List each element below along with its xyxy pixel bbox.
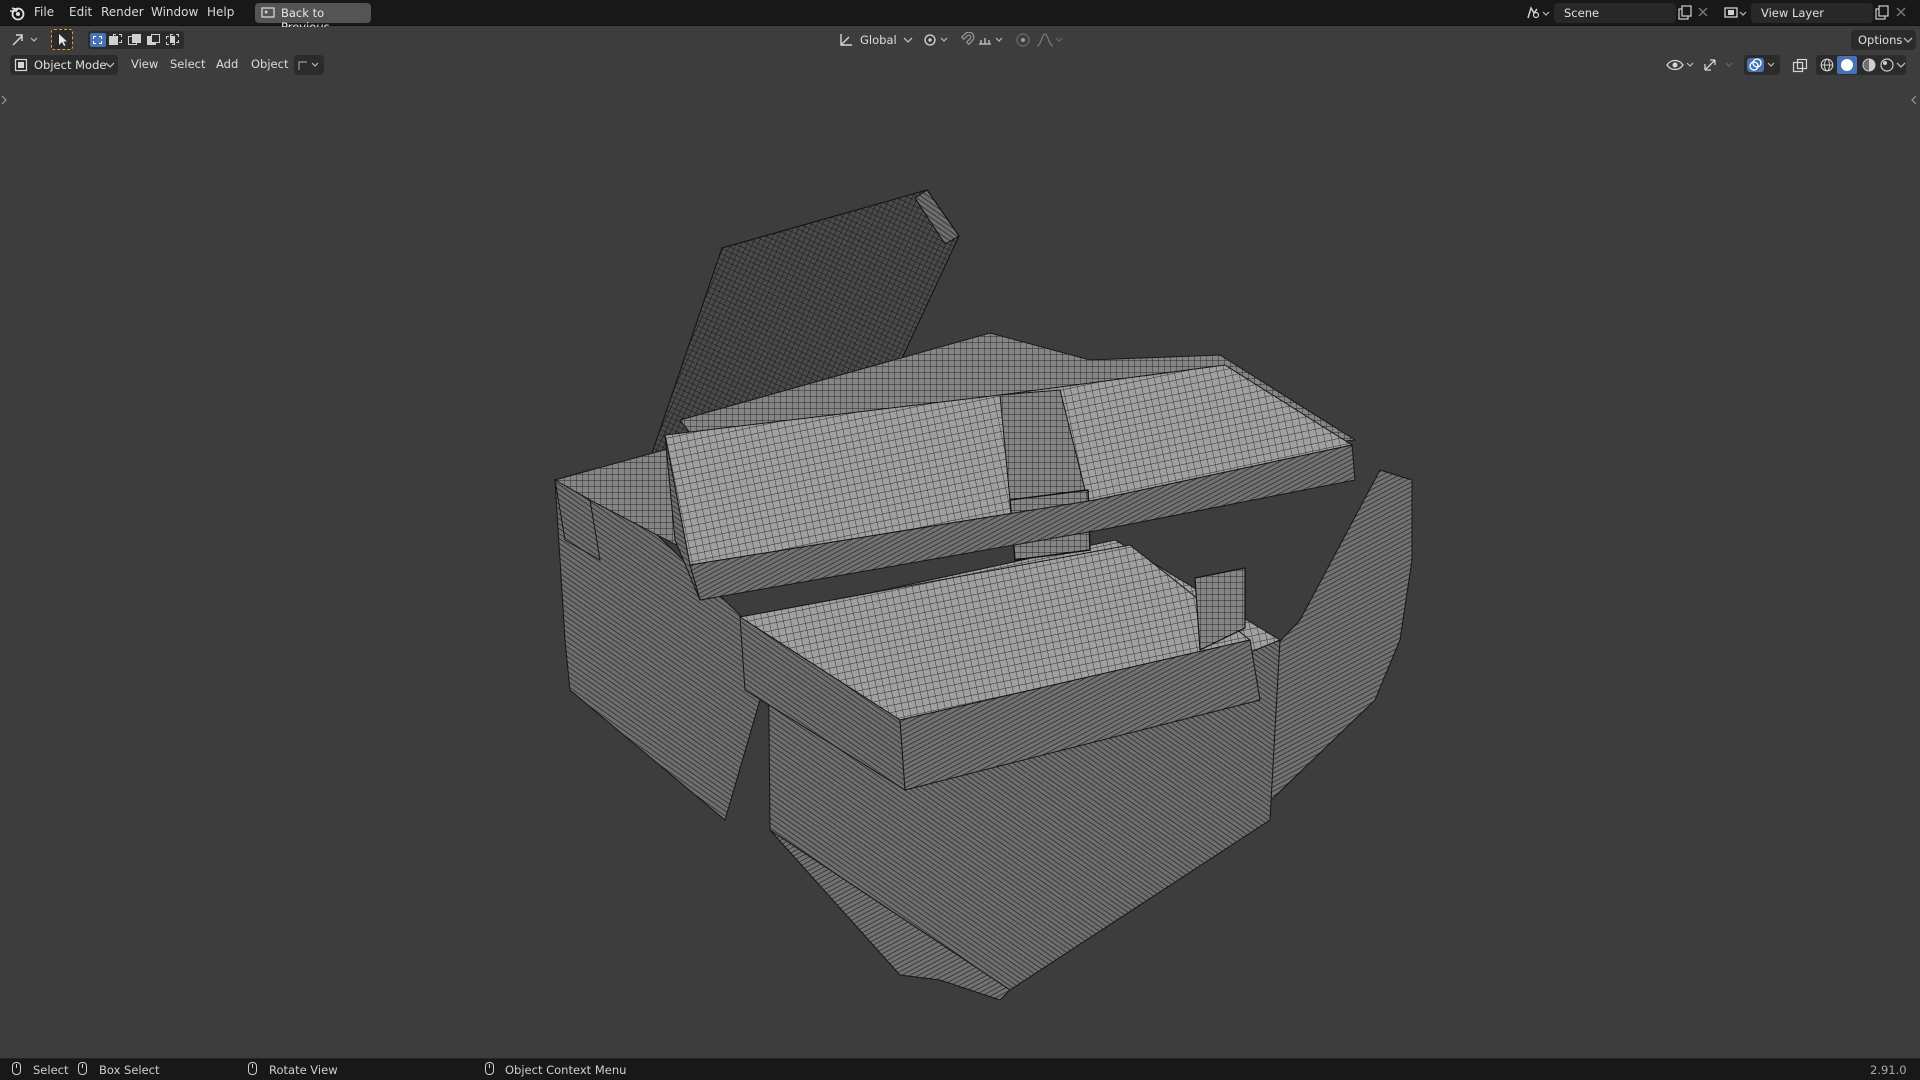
snap-increment-icon[interactable] [977,32,1007,48]
xray-icon[interactable] [1792,58,1808,74]
scene-name-field[interactable]: Scene [1554,3,1676,23]
transform-affect-icon [298,61,319,70]
mouse-right-icon [485,1062,494,1075]
cursor-select-icon [59,34,67,46]
pivot-icon[interactable] [922,32,950,48]
new-scene-icon[interactable] [1677,5,1693,21]
select-intersect-icon[interactable] [166,34,180,46]
chevron-down-icon [105,62,115,68]
top-bar: File Edit Render Window Help Back to Pre… [0,0,1920,34]
tool-header: Global Options [0,27,1920,53]
object-mode-label: Object Mode [34,58,107,72]
options-label: Options [1858,33,1903,47]
new-view-layer-icon[interactable] [1874,5,1890,21]
menu-add[interactable]: Add [216,57,238,71]
view-layer-name: View Layer [1761,6,1825,20]
chevron-down-icon[interactable] [1896,61,1906,69]
transform-affect-dropdown[interactable] [294,55,324,75]
delete-scene-icon[interactable] [1697,6,1709,18]
mouse-left-drag-icon [78,1062,87,1075]
menu-object[interactable]: Object [251,57,288,71]
select-subtract-icon[interactable] [128,34,142,46]
wireframe-shading-icon[interactable] [1820,58,1834,72]
back-to-previous-button[interactable]: Back to Previous [255,3,371,34]
select-extend-icon[interactable] [109,34,123,46]
material-shading-icon[interactable] [1862,58,1876,72]
screen-icon [261,7,275,18]
select-tool-button[interactable] [51,29,73,50]
view-layer-icon[interactable] [1723,4,1749,22]
select-invert-icon[interactable] [147,34,161,46]
eye-icon[interactable] [1666,57,1696,73]
falloff-icon[interactable] [1035,32,1065,48]
chevron-down-icon [1903,37,1913,43]
viewport-header: Object Mode View Select Add Object [0,53,1920,77]
status-select: Select [33,1063,69,1077]
transform-orientation-dropdown[interactable]: Global [860,33,897,47]
status-rotate-view: Rotate View [269,1063,338,1077]
status-context-menu: Object Context Menu [505,1063,627,1077]
object-mode-icon [14,58,28,72]
menu-select[interactable]: Select [170,57,205,71]
menu-edit[interactable]: Edit [69,5,92,19]
menu-file[interactable]: File [34,5,54,19]
proportional-edit-icon[interactable] [1015,32,1031,48]
menu-view[interactable]: View [131,57,158,71]
3d-viewport[interactable] [0,78,1920,1058]
shading-group [1816,55,1906,75]
overlay-toggle[interactable] [1744,55,1780,75]
rendered-shading-icon[interactable] [1880,58,1894,72]
menu-render[interactable]: Render [101,5,144,19]
selection-mode-group [88,31,184,49]
magnet-icon[interactable] [957,32,977,48]
options-dropdown[interactable]: Options [1851,30,1916,50]
transform-orientation-icon [840,34,852,46]
mouse-left-icon [12,1062,21,1075]
status-bar: Select Box Select Rotate View Object Con… [0,1058,1920,1080]
book-stack-mesh[interactable] [0,78,1920,1058]
overlay-icon [1747,58,1775,72]
chevron-down-icon [903,37,913,43]
object-mode-dropdown[interactable]: Object Mode [10,55,118,75]
scene-icon[interactable] [1525,4,1551,22]
solid-shading-button[interactable] [1837,56,1857,74]
editor-type-icon[interactable] [11,32,41,48]
status-box-select: Box Select [99,1063,160,1077]
version-label: 2.91.0 [1870,1063,1907,1077]
mouse-middle-icon [248,1062,257,1075]
gizmo-icon[interactable] [1702,57,1736,73]
menu-window[interactable]: Window [151,5,198,19]
blender-logo-icon[interactable] [9,5,25,21]
delete-view-layer-icon[interactable] [1895,6,1907,18]
menu-help[interactable]: Help [207,5,234,19]
select-new-icon[interactable] [90,33,106,47]
view-layer-field[interactable]: View Layer [1751,3,1873,23]
solid-shading-icon [1841,59,1853,71]
scene-name: Scene [1564,6,1600,20]
